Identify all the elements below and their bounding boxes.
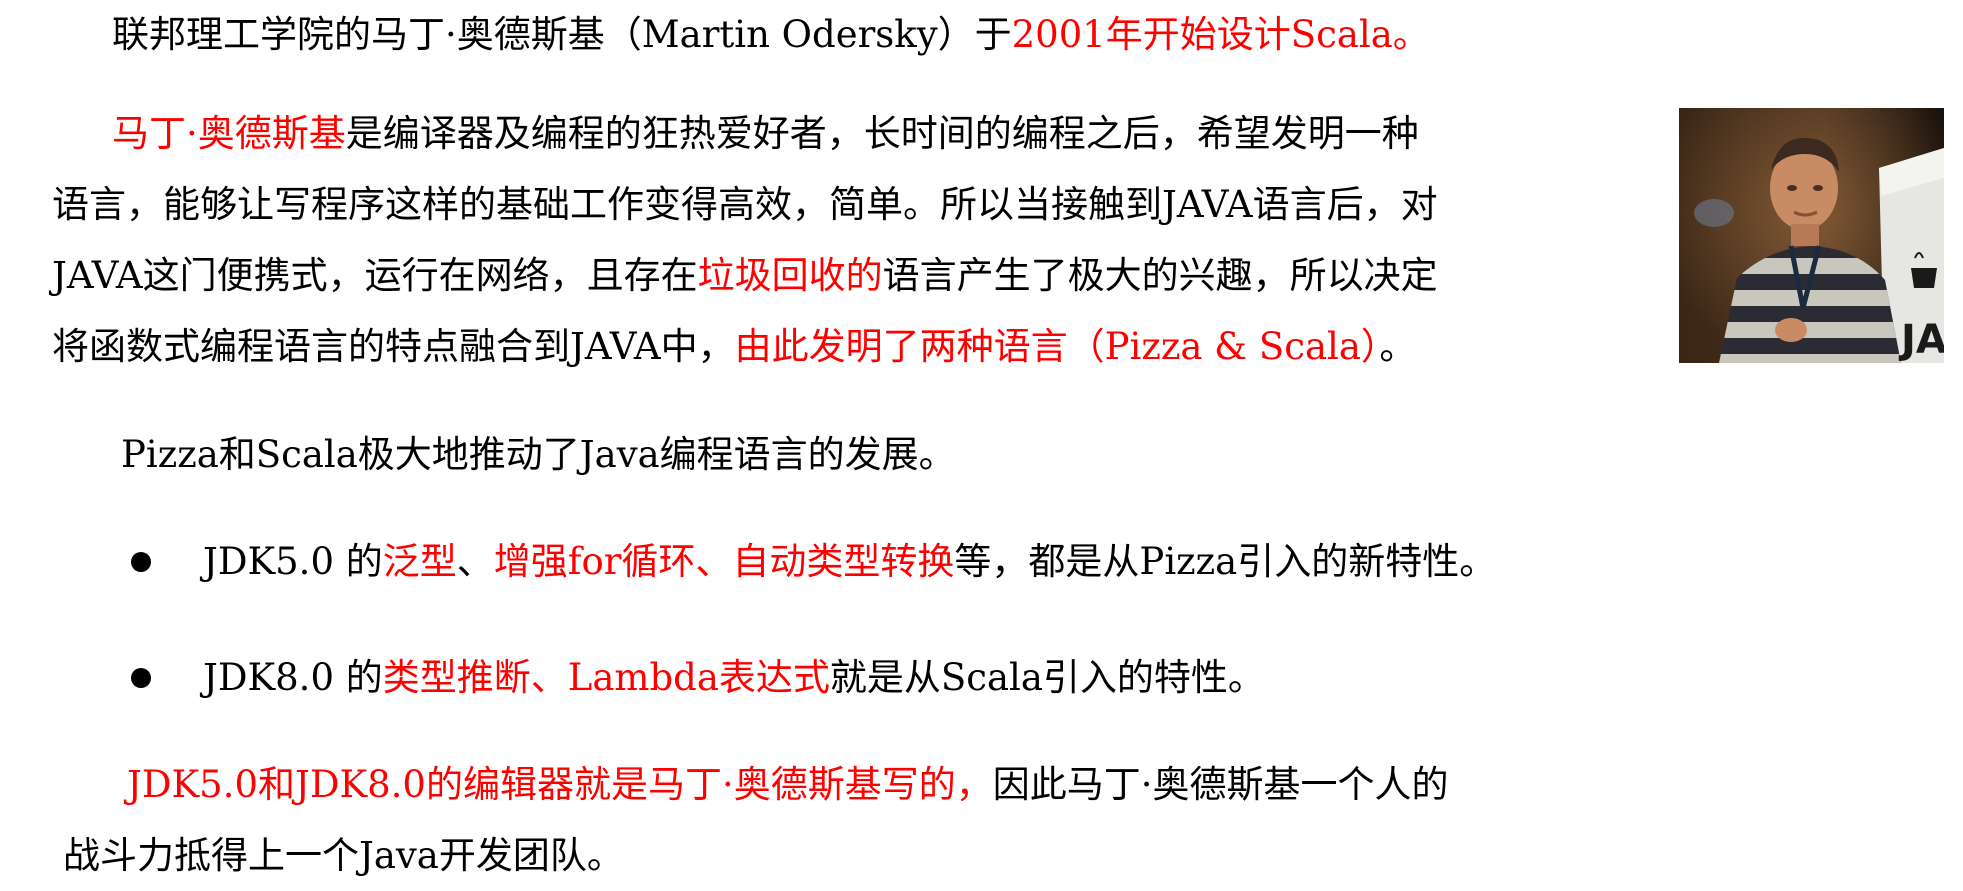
two-languages-highlight: 由此发明了两种语言（Pizza & Scala）	[734, 325, 1380, 368]
editor-highlight: JDK5.0和JDK8.0的编辑器就是马丁·奥德斯基写的，	[127, 763, 993, 806]
para2-line3-tail: 语言产生了极大的兴趣，所以决定	[882, 254, 1438, 297]
bullet1-prefix: JDK5.0 的	[203, 540, 383, 583]
para2-line3: JAVA这门便携式，运行在网络，且存在垃圾回收的语言产生了极大的兴趣，所以决定	[52, 254, 1438, 298]
para4-line1: JDK5.0和JDK8.0的编辑器就是马丁·奥德斯基写的，因此马丁·奥德斯基一个…	[127, 763, 1449, 807]
intro-line: 联邦理工学院的马丁·奥德斯基（Martin Odersky）于2001年开始设计…	[112, 13, 1430, 57]
odersky-name-highlight: 马丁·奥德斯基	[112, 112, 346, 155]
para2-line2-text: 语言，能够让写程序这样的基础工作变得高效，简单。所以当接触到JAVA语言后，对	[52, 183, 1438, 226]
bullet1-sep: 、	[456, 540, 494, 583]
bullet-dot-2	[131, 668, 151, 688]
para4-line2: 战斗力抵得上一个Java开发团队。	[63, 834, 624, 878]
para3-text: Pizza和Scala极大地推动了Java编程语言的发展。	[121, 433, 956, 476]
para2-line4-text: 将函数式编程语言的特点融合到JAVA中，	[52, 325, 735, 368]
bullet2-prefix: JDK8.0 的	[203, 656, 383, 699]
java-sign-text: JAVA	[1898, 317, 1944, 363]
para2-line3-text: JAVA这门便携式，运行在网络，且存在	[52, 254, 698, 297]
bullet2-tail: 就是从Scala引入的特性。	[829, 656, 1265, 699]
bullet-dot-1	[131, 552, 151, 572]
generics-highlight: 泛型	[382, 540, 457, 583]
intro-highlight: 2001年开始设计Scala。	[1011, 13, 1430, 56]
para2-line4-tail: 。	[1379, 325, 1417, 368]
odersky-photo: JAVA	[1679, 108, 1944, 363]
para4-line2-text: 战斗力抵得上一个Java开发团队。	[63, 834, 624, 877]
para2-line1-text: 是编译器及编程的狂热爱好者，长时间的编程之后，希望发明一种	[345, 112, 1419, 155]
para2-line1: 马丁·奥德斯基是编译器及编程的狂热爱好者，长时间的编程之后，希望发明一种	[112, 112, 1419, 156]
bullet-item-1: JDK5.0 的泛型、增强for循环、自动类型转换等，都是从Pizza引入的新特…	[203, 540, 1496, 584]
para2-line2: 语言，能够让写程序这样的基础工作变得高效，简单。所以当接触到JAVA语言后，对	[52, 183, 1438, 227]
para3-line: Pizza和Scala极大地推动了Java编程语言的发展。	[121, 433, 956, 477]
lambda-highlight: 类型推断、Lambda表达式	[382, 656, 830, 699]
bullet1-tail: 等，都是从Pizza引入的新特性。	[954, 540, 1497, 583]
odersky-photo-illustration: JAVA	[1679, 108, 1944, 363]
para2-line4: 将函数式编程语言的特点融合到JAVA中，由此发明了两种语言（Pizza & Sc…	[52, 325, 1416, 369]
for-loop-autobox-highlight: 增强for循环、自动类型转换	[493, 540, 955, 583]
bullet-item-2: JDK8.0 的类型推断、Lambda表达式就是从Scala引入的特性。	[203, 656, 1265, 700]
gc-highlight: 垃圾回收的	[697, 254, 883, 297]
para4-line1-text: 因此马丁·奥德斯基一个人的	[992, 763, 1449, 806]
intro-text: 联邦理工学院的马丁·奥德斯基（Martin Odersky）于	[112, 13, 1012, 56]
